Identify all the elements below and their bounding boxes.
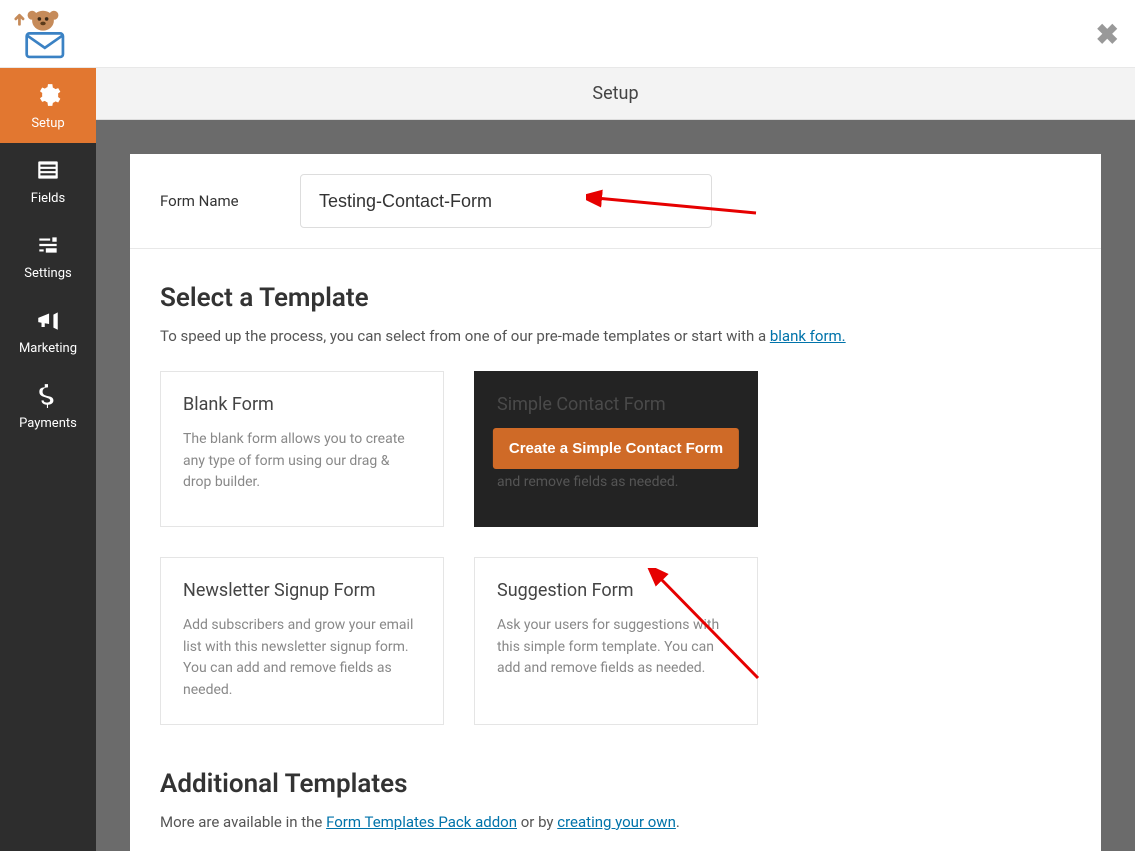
template-card-newsletter[interactable]: Newsletter Signup Form Add subscribers a… [160,557,444,725]
wpforms-logo [14,8,72,60]
template-card-suggestion[interactable]: Suggestion Form Ask your users for sugge… [474,557,758,725]
addon-link[interactable]: Form Templates Pack addon [326,813,517,831]
sidebar-item-fields[interactable]: Fields [0,143,96,218]
dollar-icon [0,382,96,412]
topbar: ✖ [0,0,1135,68]
sidebar-item-label: Marketing [0,341,96,356]
template-title: Blank Form [183,394,421,415]
create-own-link[interactable]: creating your own [557,813,676,831]
gear-icon [0,82,96,112]
page-title: Setup [96,68,1135,120]
template-title: Simple Contact Form [497,394,735,415]
select-template-title: Select a Template [160,283,1071,313]
bullhorn-icon [0,307,96,337]
sidebar-item-label: Settings [0,266,96,281]
template-desc: Ask your users for suggestions with this… [497,615,735,680]
additional-templates-title: Additional Templates [160,769,1071,799]
fields-icon [0,157,96,187]
form-name-label: Form Name [130,164,276,238]
sidebar-item-label: Setup [0,116,96,131]
sidebar-item-payments[interactable]: Payments [0,368,96,443]
close-icon[interactable]: ✖ [1096,18,1119,51]
template-card-simple-contact[interactable]: Simple Contact Form Allow your users to … [474,371,758,527]
sliders-icon [0,232,96,262]
template-desc: The blank form allows you to create any … [183,429,421,494]
sidebar-item-setup[interactable]: Setup [0,68,96,143]
sidebar-item-label: Payments [0,416,96,431]
form-name-row: Form Name [130,154,1101,249]
blank-form-link[interactable]: blank form. [770,327,846,345]
sidebar-item-marketing[interactable]: Marketing [0,293,96,368]
sidebar-item-settings[interactable]: Settings [0,218,96,293]
form-name-input[interactable] [300,174,712,228]
sidebar-item-label: Fields [0,191,96,206]
template-desc: Add subscribers and grow your email list… [183,615,421,702]
create-template-button[interactable]: Create a Simple Contact Form [493,428,739,469]
template-title: Newsletter Signup Form [183,580,421,601]
select-template-subtitle: To speed up the process, you can select … [160,327,1071,345]
template-card-blank[interactable]: Blank Form The blank form allows you to … [160,371,444,527]
sidebar: Setup Fields Settings Marketing Payments [0,68,96,851]
template-title: Suggestion Form [497,580,735,601]
additional-templates-text: More are available in the Form Templates… [160,813,1071,831]
